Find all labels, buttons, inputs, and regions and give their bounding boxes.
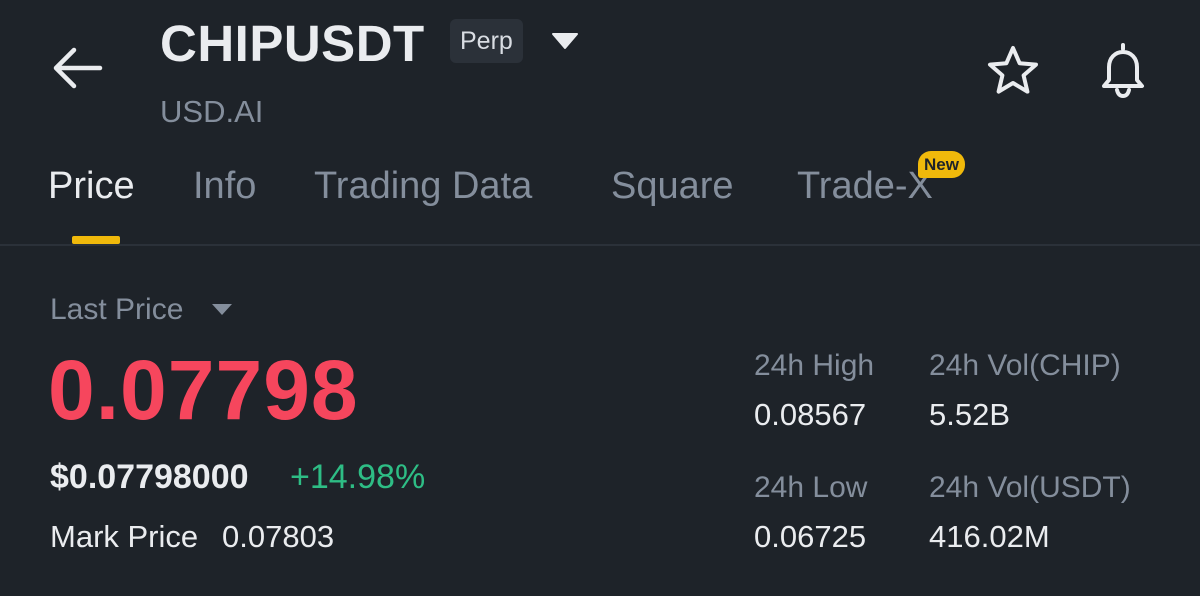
vol-base-24h-label: 24h Vol(CHIP) — [929, 349, 1121, 382]
contract-type-badge: Perp — [450, 19, 523, 63]
caret-down-icon — [552, 33, 578, 49]
symbol-dropdown-button[interactable] — [550, 30, 580, 52]
usd-price: $0.07798000 — [50, 458, 249, 496]
high-24h-value: 0.08567 — [754, 397, 867, 432]
back-button[interactable] — [48, 46, 110, 90]
high-24h-label: 24h High — [754, 349, 875, 382]
last-price-dropdown[interactable] — [210, 301, 234, 317]
bell-icon — [1102, 43, 1144, 99]
tab-square[interactable]: Square — [611, 162, 734, 210]
star-icon — [988, 46, 1038, 94]
last-price-value: 0.07798 — [48, 343, 359, 437]
price-change-percent: +14.98% — [290, 458, 426, 496]
tabs-divider — [0, 244, 1200, 246]
symbol-subtitle: USD.AI — [160, 94, 264, 129]
vol-quote-24h-label: 24h Vol(USDT) — [929, 471, 1131, 504]
tab-trading-data[interactable]: Trading Data — [314, 162, 532, 210]
last-price-selector[interactable]: Last Price — [50, 292, 183, 328]
favorite-button[interactable] — [984, 42, 1042, 100]
vol-quote-24h-value: 416.02M — [929, 519, 1050, 554]
mark-price-label: Mark Price — [50, 519, 199, 554]
mark-price-value: 0.07803 — [222, 519, 335, 554]
symbol-title[interactable]: CHIPUSDT — [160, 14, 425, 74]
vol-base-24h-value: 5.52B — [929, 397, 1011, 432]
price-alert-button[interactable] — [1094, 40, 1152, 100]
low-24h-value: 0.06725 — [754, 519, 867, 554]
tab-trade-x[interactable]: Trade-X — [797, 162, 933, 210]
active-tab-indicator — [72, 236, 120, 244]
back-arrow-icon — [53, 47, 103, 89]
tab-info[interactable]: Info — [193, 162, 256, 210]
caret-down-icon — [212, 304, 232, 315]
low-24h-label: 24h Low — [754, 471, 868, 504]
new-badge: New — [918, 151, 965, 178]
tab-price[interactable]: Price — [48, 162, 135, 210]
